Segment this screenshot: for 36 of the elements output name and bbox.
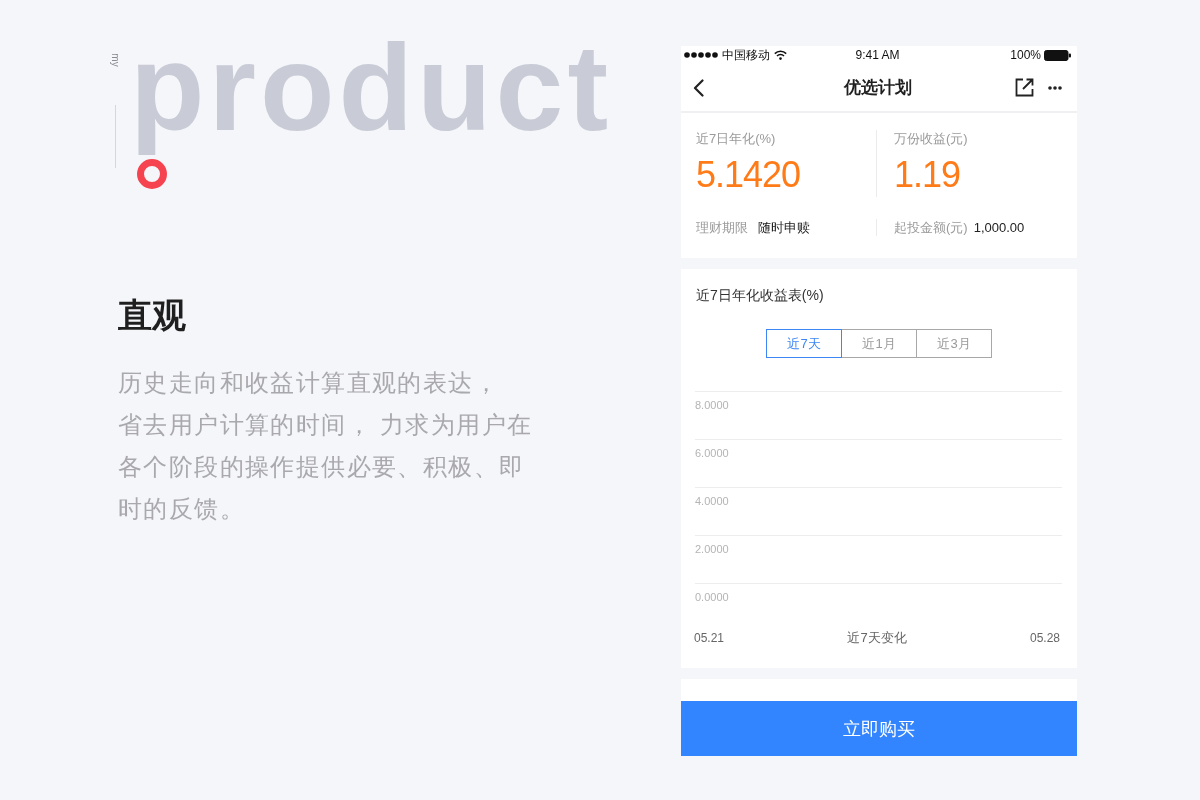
range-tab[interactable]: 近3月 [916,329,992,358]
axis-label: 6.0000 [695,446,729,460]
buy-button[interactable]: 立即购买 [681,701,1077,756]
date-label: 05.21 [694,630,725,646]
battery-icon [1044,49,1071,61]
signal-dots-icon [684,52,718,58]
axis-label: 2.0000 [695,542,729,556]
description-text: 省去用户计算的时间， 力求为用户在各个阶段的操作提供必要、积极、即时的反馈。 [118,410,534,524]
term-value: 1,000.00 [973,219,1025,236]
section-title: 直观 [118,295,186,335]
stat-label: 近7日年化(%) [696,130,776,147]
page-title: 优选计划 [843,76,912,99]
share-icon[interactable] [1015,78,1034,97]
stat-value: 5.1420 [696,153,801,197]
range-tab[interactable]: 近7天 [766,329,842,358]
chart-title: 近7日年化收益表(%) [696,286,824,304]
date-label: 05.28 [1029,630,1060,646]
more-icon[interactable] [1048,85,1062,90]
tag-text: my [110,53,120,67]
range-tab[interactable]: 近1月 [841,329,917,358]
time-text: 9:41 AM [855,48,900,62]
term-value: 随时申赎 [758,219,810,236]
term-label: 起投金额(元) [894,219,968,236]
stat-value: 1.19 [894,153,961,197]
carrier-text: 中国移动 [722,48,770,62]
axis-label: 0.0000 [695,590,729,604]
back-icon[interactable] [693,78,704,97]
term-label: 理财期限 [696,219,748,236]
axis-label: 8.0000 [695,398,729,412]
axis-label: 4.0000 [695,494,729,508]
battery-text: 100% [1010,48,1041,62]
ring-icon [137,159,167,189]
wifi-icon [774,50,787,60]
description-text: 历史走向和收益计算直观的表达， [118,368,500,398]
axis-caption: 近7天变化 [847,630,907,646]
stat-label: 万份收益(元) [894,130,968,147]
